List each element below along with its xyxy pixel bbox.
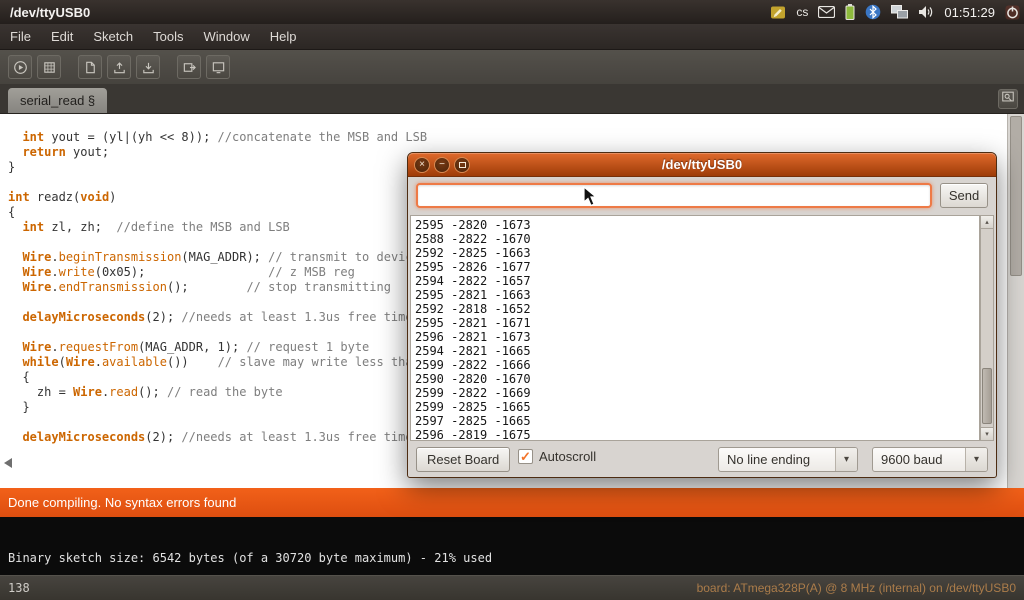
serial-line: 2590 -2820 -1670 (415, 372, 979, 386)
clock[interactable]: 01:51:29 (944, 5, 995, 20)
system-tray: cs 01:51:29 (770, 0, 1020, 24)
chevron-down-icon (965, 448, 987, 471)
minimize-icon[interactable] (434, 157, 450, 173)
serial-line: 2592 -2818 -1652 (415, 302, 979, 316)
maximize-icon[interactable] (454, 157, 470, 173)
serial-line: 2592 -2825 -1663 (415, 246, 979, 260)
h-scroll-left-icon[interactable] (4, 458, 12, 468)
stop-button[interactable] (37, 55, 61, 79)
serial-line: 2599 -2825 -1665 (415, 400, 979, 414)
notes-icon[interactable] (770, 5, 786, 20)
serial-output[interactable]: 2595 -2820 -16732588 -2822 -16702592 -28… (410, 215, 980, 441)
code-line: int yout = (yl|(yh << 8)); //concatenate… (8, 130, 1024, 145)
new-button[interactable] (78, 55, 102, 79)
serial-line: 2596 -2821 -1673 (415, 330, 979, 344)
upload-button[interactable] (177, 55, 201, 79)
compile-status-bar: Done compiling. No syntax errors found (0, 488, 1024, 517)
serial-input[interactable] (416, 183, 932, 208)
chevron-down-icon (835, 448, 857, 471)
scroll-up-icon[interactable] (981, 216, 993, 229)
serial-line: 2595 -2821 -1663 (415, 288, 979, 302)
send-button[interactable]: Send (940, 183, 988, 208)
autoscroll-control[interactable]: Autoscroll (518, 449, 596, 464)
line-ending-select[interactable]: No line ending (718, 447, 858, 472)
serial-monitor-window: /dev/ttyUSB0 Send 2595 -2820 -16732588 -… (407, 152, 997, 478)
verify-button[interactable] (8, 55, 32, 79)
serial-monitor-button[interactable] (998, 89, 1018, 109)
autoscroll-checkbox[interactable] (518, 449, 533, 464)
status-bar: 138 board: ATmega328P(A) @ 8 MHz (intern… (0, 575, 1024, 600)
serial-line: 2594 -2821 -1665 (415, 344, 979, 358)
open-button[interactable] (107, 55, 131, 79)
menu-help[interactable]: Help (260, 24, 307, 50)
line-ending-value: No line ending (719, 452, 835, 467)
menu-tools[interactable]: Tools (143, 24, 193, 50)
menu-sketch[interactable]: Sketch (83, 24, 143, 50)
serial-line: 2594 -2822 -1657 (415, 274, 979, 288)
keyboard-layout-indicator[interactable]: cs (796, 5, 808, 19)
stop-icon (42, 60, 57, 75)
mail-icon[interactable] (818, 6, 835, 18)
close-icon[interactable] (414, 157, 430, 173)
window-title: /dev/ttyUSB0 (408, 157, 996, 172)
new-icon (83, 60, 98, 75)
tab-serial-read[interactable]: serial_read § (8, 88, 107, 113)
serial-line: 2588 -2822 -1670 (415, 232, 979, 246)
active-window-title: /dev/ttyUSB0 (0, 5, 90, 20)
serial-line: 2595 -2820 -1673 (415, 218, 979, 232)
scrollbar-thumb[interactable] (1010, 116, 1022, 276)
reset-board-button[interactable]: Reset Board (416, 447, 510, 472)
monitor-button[interactable] (206, 55, 230, 79)
menu-window[interactable]: Window (193, 24, 259, 50)
baud-rate-value: 9600 baud (873, 452, 965, 467)
autoscroll-label: Autoscroll (539, 449, 596, 464)
board-info: board: ATmega328P(A) @ 8 MHz (internal) … (697, 581, 1016, 595)
serial-monitor-titlebar[interactable]: /dev/ttyUSB0 (408, 153, 996, 177)
scroll-down-icon[interactable] (981, 427, 993, 440)
serial-line: 2595 -2821 -1671 (415, 316, 979, 330)
window-controls (414, 157, 470, 173)
build-console: Binary sketch size: 6542 bytes (of a 307… (0, 517, 1024, 575)
tab-bar: serial_read § (0, 84, 1024, 114)
session-icon[interactable] (1005, 5, 1020, 20)
menu-file[interactable]: File (0, 24, 41, 50)
verify-icon (13, 60, 28, 75)
arduino-toolbar (0, 50, 1024, 84)
serial-monitor-controls: Reset Board Autoscroll No line ending 96… (408, 446, 996, 473)
compile-message: Done compiling. No syntax errors found (8, 495, 236, 510)
menu-edit[interactable]: Edit (41, 24, 83, 50)
serial-line: 2596 -2819 -1675 (415, 428, 979, 441)
serial-line: 2599 -2822 -1666 (415, 358, 979, 372)
serial-monitor-icon (1001, 90, 1015, 109)
baud-rate-select[interactable]: 9600 baud (872, 447, 988, 472)
serial-line: 2595 -2826 -1677 (415, 260, 979, 274)
serial-line: 2597 -2825 -1665 (415, 414, 979, 428)
bluetooth-icon[interactable] (865, 4, 881, 20)
monitor-icon (211, 60, 226, 75)
editor-scrollbar[interactable] (1007, 114, 1024, 488)
scrollbar-thumb[interactable] (982, 368, 992, 424)
serial-scrollbar[interactable] (980, 215, 994, 441)
battery-icon[interactable] (845, 4, 855, 20)
menubar: FileEditSketchToolsWindowHelp (0, 24, 1024, 50)
upload-icon (182, 60, 197, 75)
top-panel: /dev/ttyUSB0 cs 01:51:29 (0, 0, 1024, 24)
serial-line: 2599 -2822 -1669 (415, 386, 979, 400)
open-icon (112, 60, 127, 75)
save-icon (141, 60, 156, 75)
network-icon[interactable] (891, 5, 908, 19)
console-output: Binary sketch size: 6542 bytes (of a 307… (8, 551, 492, 565)
desktop: /dev/ttyUSB0 cs 01:51:29 (0, 0, 1024, 600)
volume-icon[interactable] (918, 5, 934, 19)
cursor-line-number: 138 (8, 581, 30, 595)
save-button[interactable] (136, 55, 160, 79)
